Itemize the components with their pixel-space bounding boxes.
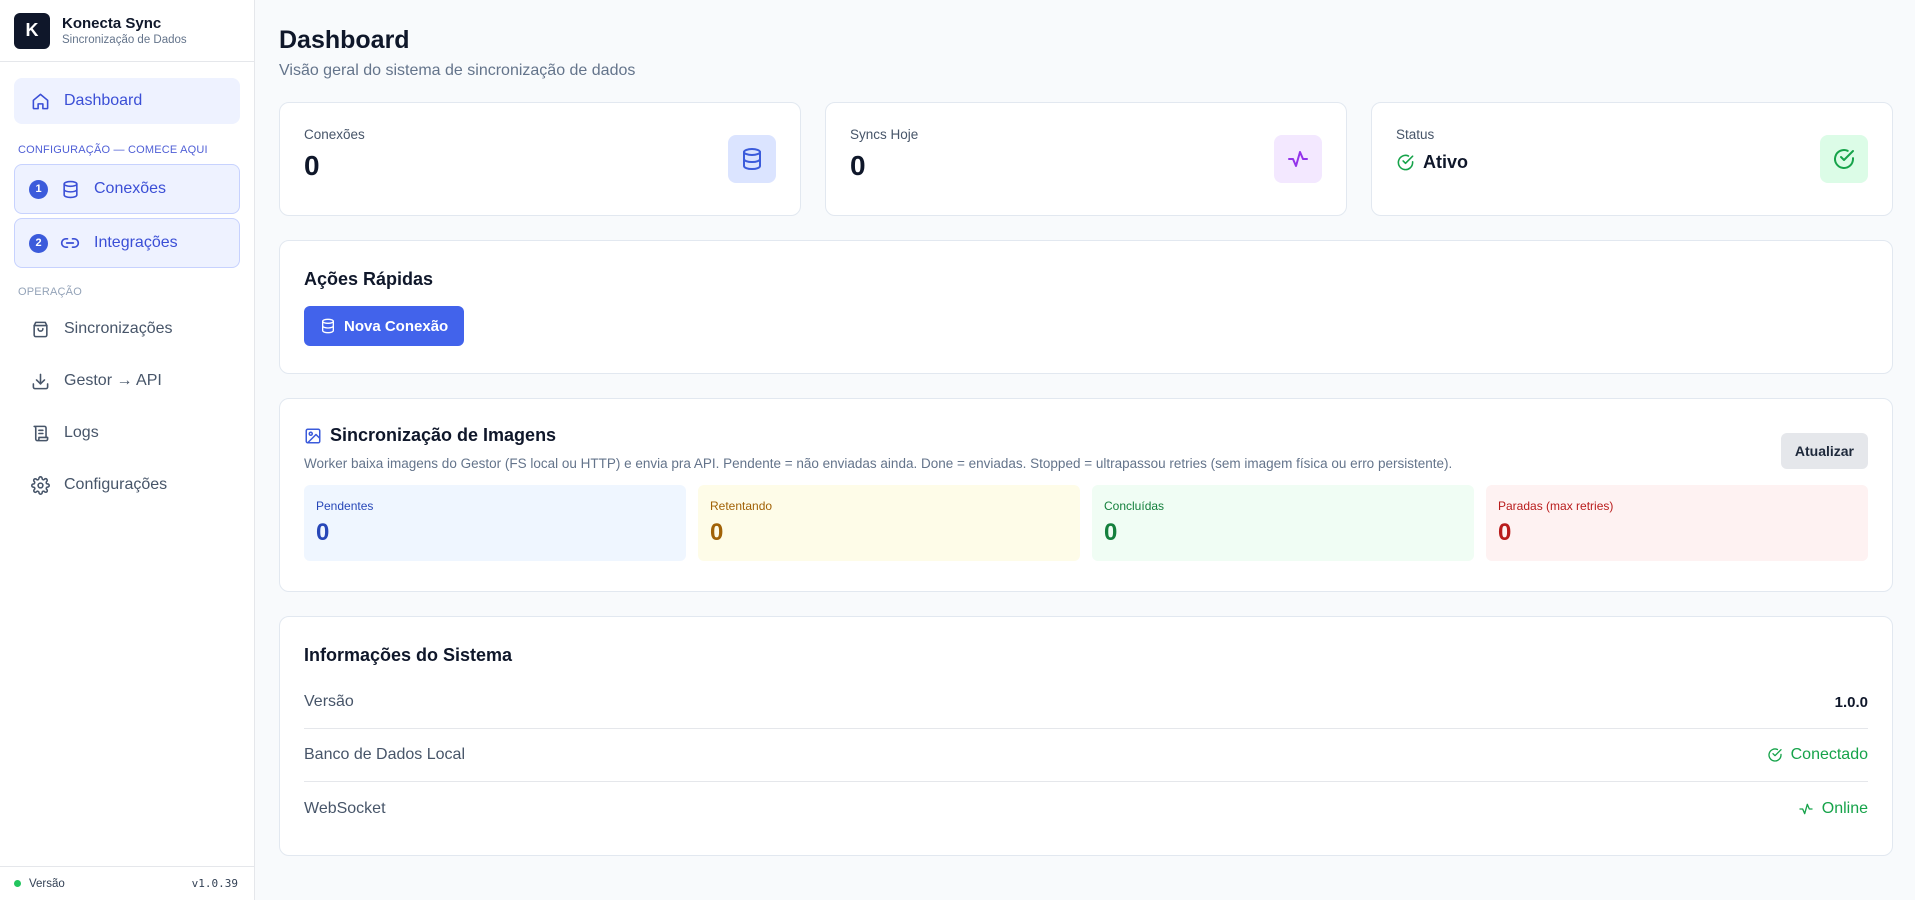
sidebar-item-integracoes[interactable]: 2 Integrações: [14, 218, 240, 268]
stat-card-connections: Conexões 0: [279, 102, 801, 216]
refresh-button[interactable]: Atualizar: [1780, 433, 1868, 469]
gear-icon: [30, 475, 50, 495]
stats-row: Conexões 0 Syncs Hoje 0 Status Ativo: [279, 102, 1893, 216]
queue-label: Pendentes: [316, 499, 374, 513]
brand[interactable]: K Konecta Sync Sincronização de Dados: [0, 0, 254, 62]
system-info-title: Informações do Sistema: [304, 645, 513, 665]
home-icon: [30, 91, 50, 111]
operation-section-heading: OPERAÇÃO: [18, 286, 82, 298]
quick-actions-card: Ações Rápidas Nova Conexão: [279, 240, 1893, 374]
app-root: K Konecta Sync Sincronização de Dados Da…: [0, 0, 1915, 900]
status-value: Ativo: [1396, 152, 1868, 173]
queue-stats: Pendentes 0 Retentando 0 Concluídas 0 Pa…: [304, 485, 1868, 561]
websocket-status-text: Online: [1821, 799, 1868, 817]
stat-card-status: Status Ativo: [1371, 102, 1893, 216]
activity-icon: [1274, 135, 1322, 183]
queue-value: 0: [1498, 519, 1512, 546]
queue-stopped: Paradas (max retries) 0: [1486, 485, 1868, 561]
check-circle-icon: [1767, 747, 1783, 763]
sidebar-item-sincronizacoes[interactable]: Sincronizações: [14, 306, 240, 352]
page-subtitle: Visão geral do sistema de sincronização …: [279, 62, 636, 79]
main-content: Dashboard Visão geral do sistema de sinc…: [255, 0, 1915, 900]
button-label: Nova Conexão: [344, 317, 449, 335]
page-title: Dashboard: [279, 26, 410, 54]
stat-value: 0: [850, 150, 866, 181]
sidebar-item-configuracoes[interactable]: Configurações: [14, 462, 240, 508]
sidebar-item-label: Conexões: [94, 180, 167, 197]
app-subtitle: Sincronização de Dados: [62, 33, 187, 46]
queue-label: Paradas (max retries): [1498, 499, 1614, 513]
stat-label: Syncs Hoje: [850, 127, 919, 142]
info-label: Banco de Dados Local: [304, 746, 465, 763]
version-label: Versão: [29, 877, 65, 890]
activity-icon: [1798, 801, 1814, 817]
image-icon: [304, 427, 322, 445]
queue-label: Retentando: [710, 499, 773, 513]
info-row-version: Versão 1.0.0: [304, 676, 1868, 729]
version-status: Versão: [14, 878, 65, 890]
link-icon: [60, 233, 80, 253]
step-number-badge: 1: [29, 179, 48, 199]
queue-pending: Pendentes 0: [304, 485, 686, 561]
database-icon: [60, 179, 80, 199]
sidebar: K Konecta Sync Sincronização de Dados Da…: [0, 0, 255, 900]
database-status-text: Conectado: [1790, 746, 1868, 763]
sidebar-item-conexoes[interactable]: 1 Conexões: [14, 164, 240, 214]
online-dot-icon: [14, 879, 21, 887]
info-label: WebSocket: [304, 799, 386, 817]
sidebar-item-gestor-api[interactable]: Gestor → API: [14, 358, 240, 404]
status-text: Ativo: [1423, 152, 1468, 172]
stat-value: 0: [304, 150, 320, 181]
sidebar-item-label: Integrações: [94, 234, 178, 251]
queue-done: Concluídas 0: [1092, 485, 1474, 561]
stat-card-syncs: Syncs Hoje 0: [825, 102, 1347, 216]
stat-label: Status: [1396, 127, 1435, 142]
queue-value: 0: [1104, 519, 1118, 546]
info-value: 1.0.0: [1834, 693, 1868, 711]
system-info-card: Informações do Sistema Versão 1.0.0 Banc…: [279, 616, 1893, 856]
check-circle-icon: [1820, 135, 1868, 183]
sidebar-item-label: Gestor → API: [64, 372, 162, 389]
image-sync-title: Sincronização de Imagens: [304, 425, 1452, 446]
check-circle-icon: [1396, 153, 1415, 172]
sidebar-item-label: Dashboard: [64, 92, 143, 109]
sidebar-footer: Versão v1.0.39: [0, 866, 254, 900]
queue-value: 0: [316, 519, 330, 546]
scroll-icon: [30, 423, 50, 443]
stat-label: Conexões: [304, 127, 365, 142]
image-sync-card: Sincronização de Imagens Worker baixa im…: [279, 398, 1893, 592]
sidebar-item-label: Logs: [64, 424, 99, 441]
sidebar-item-label: Configurações: [64, 476, 168, 493]
config-section-heading: CONFIGURAÇÃO — COMECE AQUI: [18, 144, 208, 156]
app-title: Konecta Sync: [62, 14, 162, 32]
database-icon: [320, 318, 336, 334]
queue-retrying: Retentando 0: [698, 485, 1080, 561]
download-icon: [30, 371, 50, 391]
queue-label: Concluídas: [1104, 499, 1165, 513]
queue-value: 0: [710, 519, 724, 546]
quick-actions-title: Ações Rápidas: [304, 269, 434, 289]
sidebar-item-logs[interactable]: Logs: [14, 410, 240, 456]
info-label: Versão: [304, 693, 354, 710]
new-connection-button[interactable]: Nova Conexão: [304, 306, 465, 346]
app-logo: K: [14, 12, 50, 49]
sidebar-item-dashboard[interactable]: Dashboard: [14, 78, 240, 124]
sidebar-nav: Dashboard CONFIGURAÇÃO — COMECE AQUI 1 C…: [0, 62, 254, 508]
image-sync-description: Worker baixa imagens do Gestor (FS local…: [304, 456, 1453, 471]
image-sync-title-text: Sincronização de Imagens: [330, 425, 557, 445]
info-row-websocket: WebSocket Online: [304, 782, 1868, 835]
version-number: v1.0.39: [191, 877, 238, 890]
info-value: Online: [1798, 800, 1868, 818]
step-number-badge: 2: [29, 233, 48, 253]
package-icon: [30, 319, 50, 339]
sidebar-item-label: Sincronizações: [64, 320, 173, 337]
info-value: Conectado: [1767, 746, 1868, 764]
database-icon: [728, 135, 776, 183]
info-row-database: Banco de Dados Local Conectado: [304, 729, 1868, 782]
